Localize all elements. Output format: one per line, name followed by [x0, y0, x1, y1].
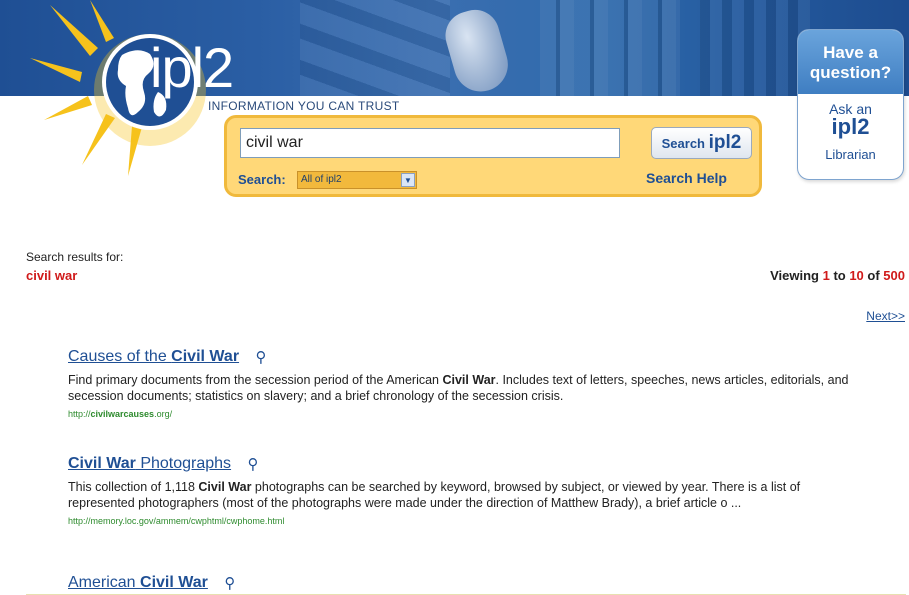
result-title-pre: Causes of the	[68, 348, 172, 365]
result-url-pre: http://	[68, 409, 91, 419]
result-title-pre: American	[68, 574, 141, 591]
computer-mouse-graphic	[439, 4, 515, 96]
magnifier-icon[interactable]: ⚲	[248, 455, 259, 473]
result-title-link[interactable]: Causes of the Civil War	[68, 348, 239, 365]
shelf-graphic	[700, 0, 810, 96]
keyboard-graphic	[300, 0, 450, 96]
search-scope-label: Search:	[238, 172, 286, 187]
result-item: Causes of the Civil War ⚲ Find primary d…	[68, 348, 868, 419]
search-button-label: Search	[661, 136, 709, 151]
viewing-total: 500	[883, 268, 905, 283]
result-url-post: .org/	[154, 409, 173, 419]
viewing-to-word: to	[829, 268, 850, 283]
next-page-link[interactable]: Next>>	[866, 309, 905, 323]
result-title-bold: Civil War	[68, 455, 136, 472]
books-graphic	[540, 0, 680, 96]
result-title-link[interactable]: American Civil War	[68, 574, 208, 591]
results-label: Search results for:	[26, 250, 124, 264]
search-scope-value: All of ipl2	[301, 174, 342, 185]
result-desc-bold: Civil War	[198, 480, 252, 494]
result-desc-1: Find primary documents from the secessio…	[68, 373, 443, 387]
result-url-link[interactable]: http://memory.loc.gov/ammem/cwphtml/cwph…	[68, 516, 868, 526]
result-item: Civil War Photographs ⚲ This collection …	[68, 455, 868, 526]
viewing-prefix: Viewing	[770, 268, 823, 283]
ask-brand: ipl2	[831, 114, 870, 139]
result-title-bold: Civil War	[171, 348, 240, 365]
result-url-bold: civilwarcauses	[90, 409, 155, 419]
search-button-brand: ipl2	[708, 132, 742, 153]
ask-sub: Librarian	[825, 147, 876, 162]
result-desc-bold: Civil War	[442, 373, 496, 387]
search-button[interactable]: Search ipl2	[651, 127, 752, 159]
search-scope-select[interactable]: All of ipl2 ▼	[297, 171, 417, 189]
search-help-link[interactable]: Search Help	[646, 170, 727, 186]
result-title-link[interactable]: Civil War Photographs	[68, 455, 231, 472]
result-url-pre: http://memory.loc.gov/ammem/cwphtml/cwph…	[68, 516, 285, 526]
result-item: American Civil War ⚲	[68, 574, 868, 592]
magnifier-icon[interactable]: ⚲	[224, 574, 235, 592]
viewing-from: 1	[822, 268, 830, 283]
site-logo-text[interactable]: ipl2	[150, 40, 234, 96]
result-description: Find primary documents from the secessio…	[68, 372, 868, 404]
result-title-bold: Civil War	[140, 574, 208, 591]
site-tagline: INFORMATION YOU CAN TRUST	[208, 99, 400, 113]
magnifier-icon[interactable]: ⚲	[256, 348, 267, 366]
ask-question-text: Have a question?	[809, 43, 892, 82]
ask-librarian-box[interactable]: Have a question? Ask an ipl2 Librarian	[797, 29, 904, 180]
results-query: civil war	[26, 268, 78, 283]
result-url-link[interactable]: http://civilwarcauses.org/	[68, 409, 868, 419]
viewing-of-word: of	[863, 268, 884, 283]
chevron-down-icon[interactable]: ▼	[401, 173, 415, 187]
result-title-post: Photographs	[135, 455, 232, 472]
search-panel: Search ipl2 Search: All of ipl2 ▼ Search…	[224, 115, 762, 197]
result-desc-1: This collection of 1,118	[68, 480, 199, 494]
results-count: Viewing 1 to 10 of 500	[770, 268, 905, 283]
viewing-to: 10	[849, 268, 864, 283]
result-description: This collection of 1,118 Civil War photo…	[68, 479, 868, 511]
search-input[interactable]	[240, 128, 620, 158]
